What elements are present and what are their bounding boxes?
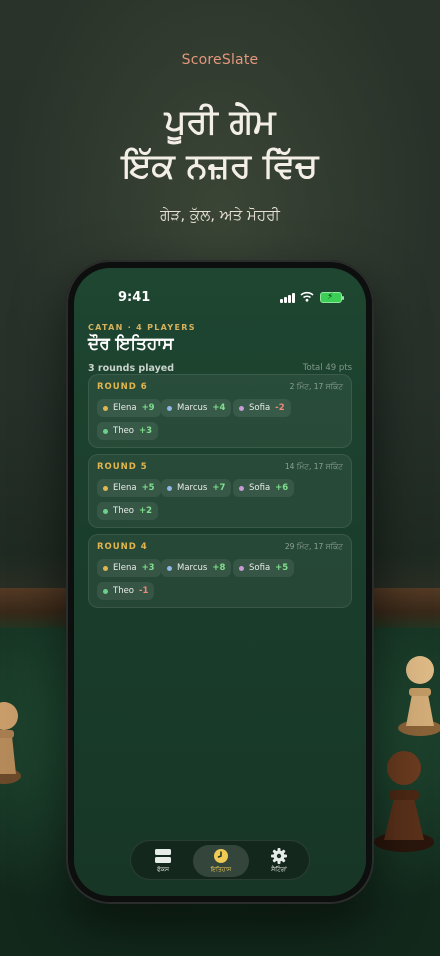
- page-title: ਦੌਰ ਇਤਿਹਾਸ: [88, 334, 174, 354]
- status-bar: 9:41 ⚡: [74, 290, 366, 306]
- tab-focus[interactable]: ਫੋਕਸ: [135, 845, 191, 877]
- phone-frame: 9:41 ⚡ CATAN · 4 PLAYERS ਦੌਰ ਇਤਿਹਾਸ 3 ro…: [66, 260, 374, 904]
- score-delta: -2: [275, 403, 285, 413]
- subheadline: ਗੇੜ, ਕੁੱਲ, ਅਤੇ ਮੋਹਰੀ: [160, 206, 280, 224]
- tab-label: ਸੈਟਿੰਗਾਂ: [271, 866, 287, 873]
- rounds-played-count: 3 rounds played: [88, 363, 175, 374]
- game-eyebrow: CATAN · 4 PLAYERS: [88, 323, 196, 332]
- score-delta: +3: [141, 563, 155, 573]
- round-card[interactable]: ROUND 6 2 ਮਿੰਟ, 17 ਸਕਿੰਟ Elena +9 Marcus +4 So…: [88, 374, 352, 448]
- score-delta: +4: [212, 403, 226, 413]
- score-delta: +9: [141, 403, 155, 413]
- player-color-dot: [103, 405, 108, 411]
- score-delta: +6: [275, 483, 289, 493]
- player-score-chip: Theo -1: [97, 582, 155, 600]
- player-name: Marcus: [177, 483, 208, 493]
- score-delta: -1: [139, 586, 149, 596]
- score-delta: +5: [141, 483, 155, 493]
- player-name: Theo: [113, 426, 135, 436]
- score-delta: +7: [212, 483, 226, 493]
- player-score-chip: Sofia -2: [233, 399, 291, 417]
- round-label: ROUND 5: [97, 462, 148, 472]
- player-color-dot: [103, 588, 108, 594]
- player-score-chip: Marcus +4: [161, 399, 232, 417]
- brand-name: ScoreSlate: [181, 52, 259, 68]
- headline-line-1: ਪੂਰੀ ਗੇਮ: [164, 102, 276, 142]
- score-delta: +5: [275, 563, 289, 573]
- player-color-dot: [239, 565, 244, 571]
- player-name: Elena: [113, 563, 137, 573]
- player-name: Elena: [113, 403, 137, 413]
- round-label: ROUND 6: [97, 382, 148, 392]
- player-color-dot: [167, 405, 172, 411]
- round-elapsed-time: 2 ਮਿੰਟ, 17 ਸਕਿੰਟ: [289, 382, 343, 391]
- clock-icon: [214, 849, 228, 863]
- round-label: ROUND 4: [97, 542, 148, 552]
- player-score-chip: Sofia +5: [233, 559, 295, 577]
- phone-screen: 9:41 ⚡ CATAN · 4 PLAYERS ਦੌਰ ਇਤਿਹਾਸ 3 ro…: [74, 268, 366, 896]
- chess-pawn-left-icon: [0, 702, 21, 784]
- player-score-chip: Marcus +8: [161, 559, 232, 577]
- headline: ਪੂਰੀ ਗੇਮ ਇੱਕ ਨਜ਼ਰ ਵਿੱਚ: [0, 100, 440, 188]
- wifi-icon: [300, 291, 314, 302]
- status-time: 9:41: [118, 290, 151, 305]
- cellular-signal-icon: [280, 292, 296, 303]
- layers-icon: [155, 849, 171, 863]
- player-color-dot: [103, 428, 108, 434]
- player-score-chip: Theo +3: [97, 422, 159, 440]
- player-color-dot: [167, 485, 172, 491]
- battery-icon: ⚡: [320, 292, 344, 303]
- tab-label: ਫੋਕਸ: [156, 866, 169, 873]
- chess-pawn-dark-icon: [374, 751, 434, 852]
- player-name: Marcus: [177, 563, 208, 573]
- player-score-chip: Elena +3: [97, 559, 161, 577]
- player-score-chip: Theo +2: [97, 502, 159, 520]
- headline-line-2: ਇੱਕ ਨਜ਼ਰ ਵਿੱਚ: [121, 146, 319, 186]
- player-color-dot: [239, 485, 244, 491]
- player-name: Marcus: [177, 403, 208, 413]
- player-score-chip: Marcus +7: [161, 479, 232, 497]
- score-delta: +2: [139, 506, 153, 516]
- player-score-chip: Elena +5: [97, 479, 161, 497]
- round-card[interactable]: ROUND 5 14 ਮਿੰਟ, 17 ਸਕਿੰਟ Elena +5 Marcus +7 S…: [88, 454, 352, 528]
- tab-label: ਇਤਿਹਾਸ: [210, 866, 232, 873]
- tab-history[interactable]: ਇਤਿਹਾਸ: [193, 845, 249, 877]
- round-elapsed-time: 29 ਮਿੰਟ, 17 ਸਕਿੰਟ: [284, 542, 343, 551]
- player-name: Elena: [113, 483, 137, 493]
- tab-settings[interactable]: ਸੈਟਿੰਗਾਂ: [251, 845, 307, 877]
- player-color-dot: [239, 405, 244, 411]
- gear-icon: [271, 848, 287, 864]
- tab-bar: ਫੋਕਸ ਇਤਿਹਾਸ ਸੈਟਿੰਗਾਂ: [130, 840, 310, 880]
- player-name: Sofia: [249, 483, 271, 493]
- player-score-chip: Elena +9: [97, 399, 161, 417]
- score-delta: +8: [212, 563, 226, 573]
- round-card[interactable]: ROUND 4 29 ਮਿੰਟ, 17 ਸਕਿੰਟ Elena +3 Marcus +8 S…: [88, 534, 352, 608]
- total-points: Total 49 pts: [302, 363, 352, 373]
- player-color-dot: [103, 508, 108, 514]
- player-name: Theo: [113, 586, 135, 596]
- player-color-dot: [167, 565, 172, 571]
- player-name: Sofia: [249, 563, 271, 573]
- player-color-dot: [103, 485, 108, 491]
- player-score-chip: Sofia +6: [233, 479, 295, 497]
- chess-pawn-light-icon: [398, 656, 440, 736]
- score-delta: +3: [139, 426, 153, 436]
- player-color-dot: [103, 565, 108, 571]
- player-name: Theo: [113, 506, 135, 516]
- player-name: Sofia: [249, 403, 271, 413]
- round-elapsed-time: 14 ਮਿੰਟ, 17 ਸਕਿੰਟ: [284, 462, 343, 471]
